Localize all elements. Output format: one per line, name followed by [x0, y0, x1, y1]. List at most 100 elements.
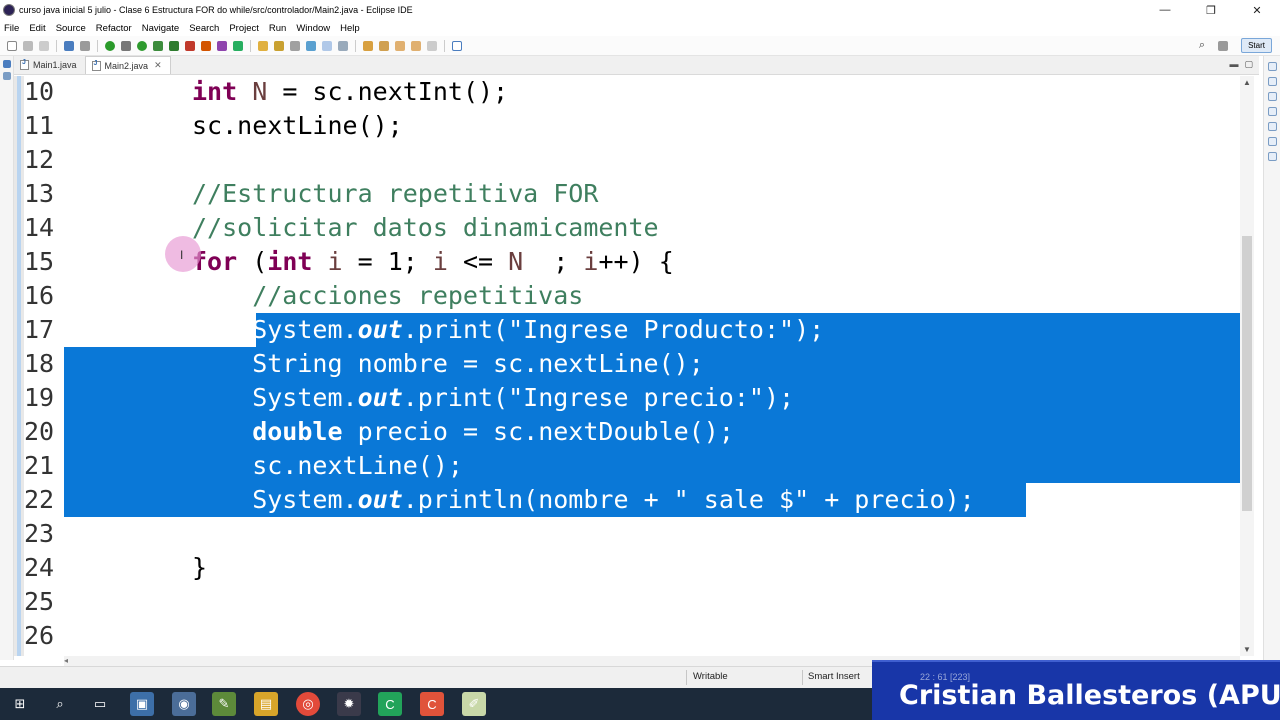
- presenter-banner: 22 : 61 [223] Cristian Ballesteros (APU): [872, 660, 1280, 720]
- code-line[interactable]: 24}: [14, 551, 1240, 585]
- code-line[interactable]: 20 double precio = sc.nextDouble();: [14, 415, 1240, 449]
- code-line[interactable]: 12: [14, 143, 1240, 177]
- notepad-icon[interactable]: ✎: [212, 692, 236, 716]
- run-icon[interactable]: [137, 40, 147, 51]
- restore-button[interactable]: ❐: [1188, 0, 1234, 20]
- menu-navigate[interactable]: Navigate: [142, 23, 180, 34]
- coverage-icon[interactable]: [153, 40, 163, 51]
- database-icon[interactable]: ◉: [172, 692, 196, 716]
- package-explorer-icon[interactable]: [3, 72, 11, 80]
- progress-view-icon[interactable]: [1268, 152, 1277, 161]
- open-task-icon[interactable]: [274, 40, 284, 51]
- console-icon[interactable]: [64, 40, 74, 51]
- minimize-editor-icon[interactable]: ▬: [1229, 59, 1238, 70]
- code-token-kw: double: [192, 417, 343, 446]
- code-token-kw: int: [192, 77, 238, 106]
- code-line[interactable]: 18 String nombre = sc.nextLine();: [14, 347, 1240, 381]
- external-tools-icon[interactable]: [169, 40, 179, 51]
- terminate-icon[interactable]: [185, 40, 195, 51]
- code-line[interactable]: 23: [14, 517, 1240, 551]
- code-line[interactable]: 14 //solicitar datos dinamicamente: [14, 211, 1240, 245]
- scroll-up-icon[interactable]: ▲: [1243, 78, 1251, 87]
- code-line[interactable]: 25: [14, 585, 1240, 619]
- problems-view-icon[interactable]: [1268, 92, 1277, 101]
- new-icon[interactable]: [7, 40, 17, 51]
- skip-breakpoints-icon[interactable]: [80, 40, 90, 51]
- menu-window[interactable]: Window: [296, 23, 330, 34]
- close-tab-icon[interactable]: ✕: [154, 60, 162, 71]
- scroll-down-icon[interactable]: ▼: [1243, 645, 1251, 654]
- code-line[interactable]: 10 int N = sc.nextInt();: [14, 76, 1240, 109]
- tab-main2[interactable]: Main2.java ✕: [84, 56, 171, 74]
- last-edit-icon[interactable]: [395, 40, 405, 51]
- windows-start-icon[interactable]: ⊞: [8, 692, 32, 716]
- code-line[interactable]: 11 sc.nextLine();: [14, 109, 1240, 143]
- show-whitespace-icon[interactable]: [338, 40, 348, 51]
- search-icon[interactable]: ⌕: [1199, 39, 1205, 52]
- chrome-icon[interactable]: ◎: [296, 692, 320, 716]
- debug-icon[interactable]: [121, 40, 131, 51]
- declaration-view-icon[interactable]: [1268, 122, 1277, 131]
- code-line[interactable]: 16 //acciones repetitivas: [14, 279, 1240, 313]
- paint-icon[interactable]: ✐: [462, 692, 486, 716]
- vertical-scrollbar[interactable]: ▲ ▼: [1240, 76, 1254, 656]
- menu-source[interactable]: Source: [56, 23, 86, 34]
- minimize-button[interactable]: —: [1142, 0, 1188, 20]
- toggle-block-selection-icon[interactable]: [322, 40, 332, 51]
- resume-icon[interactable]: [105, 40, 115, 51]
- camtasia-icon[interactable]: C: [378, 692, 402, 716]
- file-explorer-icon[interactable]: ▤: [254, 692, 278, 716]
- task-view-icon[interactable]: ▭: [88, 692, 112, 716]
- next-annotation-icon[interactable]: [363, 40, 373, 51]
- maximize-editor-icon[interactable]: ▢: [1244, 59, 1253, 70]
- code-token-plain: System.: [192, 383, 358, 412]
- start-button[interactable]: Start: [1241, 38, 1272, 53]
- menu-project[interactable]: Project: [229, 23, 259, 34]
- toolbar-separator: [444, 39, 445, 52]
- app-icon[interactable]: ▣: [130, 692, 154, 716]
- eclipse-icon: [3, 4, 15, 16]
- menu-refactor[interactable]: Refactor: [96, 23, 132, 34]
- new-package-icon[interactable]: [217, 40, 227, 51]
- perspective-icon[interactable]: [1218, 40, 1229, 51]
- save-icon[interactable]: [23, 40, 33, 51]
- code-token-plain: );: [794, 315, 825, 344]
- code-line[interactable]: 26: [14, 619, 1240, 653]
- recorder-icon[interactable]: C: [420, 692, 444, 716]
- back-icon[interactable]: [411, 40, 421, 51]
- console-view-icon[interactable]: [1268, 137, 1277, 146]
- menu-search[interactable]: Search: [189, 23, 219, 34]
- previous-annotation-icon[interactable]: [379, 40, 389, 51]
- code-line[interactable]: 17 System.out.print("Ingrese Producto:")…: [14, 313, 1240, 347]
- save-all-icon[interactable]: [39, 40, 49, 51]
- menu-edit[interactable]: Edit: [29, 23, 45, 34]
- javadoc-view-icon[interactable]: [1268, 107, 1277, 116]
- toggle-mark-occurrences-icon[interactable]: [306, 40, 316, 51]
- new-class-icon[interactable]: [233, 40, 243, 51]
- tab-main1[interactable]: Main1.java: [14, 56, 85, 74]
- restore-view-icon[interactable]: [3, 60, 11, 68]
- scroll-thumb[interactable]: [1242, 236, 1252, 511]
- code-token-var: i: [583, 247, 599, 276]
- search-icon[interactable]: ⌕: [48, 692, 72, 716]
- code-text: }: [192, 551, 207, 585]
- scroll-left-icon[interactable]: ◂: [64, 656, 68, 665]
- code-editor[interactable]: 10 int N = sc.nextInt(); 11 sc.nextLine(); 1…: [14, 76, 1240, 656]
- open-type-icon[interactable]: [258, 40, 268, 51]
- code-text: for (int i = 1; i <= N ; i++) {: [192, 245, 674, 279]
- new-java-project-icon[interactable]: [201, 40, 211, 51]
- task-list-icon[interactable]: [1268, 77, 1277, 86]
- forward-icon[interactable]: [427, 40, 437, 51]
- code-line[interactable]: 19 System.out.print("Ingrese precio:");: [14, 381, 1240, 415]
- search-tool-icon[interactable]: [290, 40, 300, 51]
- code-line[interactable]: 21 sc.nextLine();: [14, 449, 1240, 483]
- eclipse-taskbar-icon[interactable]: ✹: [337, 692, 361, 716]
- menu-run[interactable]: Run: [269, 23, 286, 34]
- menu-help[interactable]: Help: [340, 23, 360, 34]
- code-line[interactable]: 22 System.out.println(nombre + " sale $"…: [14, 483, 1240, 517]
- pin-editor-icon[interactable]: [452, 40, 462, 51]
- code-line[interactable]: 13 //Estructura repetitiva FOR: [14, 177, 1240, 211]
- outline-view-icon[interactable]: [1268, 62, 1277, 71]
- close-window-button[interactable]: ✕: [1234, 0, 1280, 20]
- menu-file[interactable]: File: [4, 23, 19, 34]
